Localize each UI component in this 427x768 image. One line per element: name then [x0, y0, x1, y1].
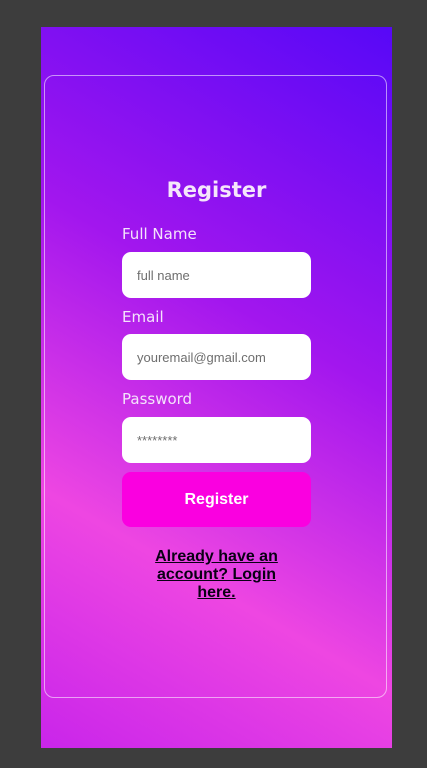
email-input[interactable] [122, 334, 311, 380]
register-card [44, 75, 387, 698]
full-name-label: Full Name [122, 225, 197, 243]
page-title: Register [166, 178, 267, 202]
register-button[interactable]: Register [122, 472, 311, 527]
login-link[interactable]: Already have an account? Login here. [151, 548, 282, 602]
email-label: Email [122, 308, 164, 326]
password-label: Password [122, 390, 193, 408]
password-input[interactable] [122, 417, 311, 463]
app-viewport: Register Full Name Email Password Regist… [41, 27, 392, 748]
full-name-input[interactable] [122, 252, 311, 298]
